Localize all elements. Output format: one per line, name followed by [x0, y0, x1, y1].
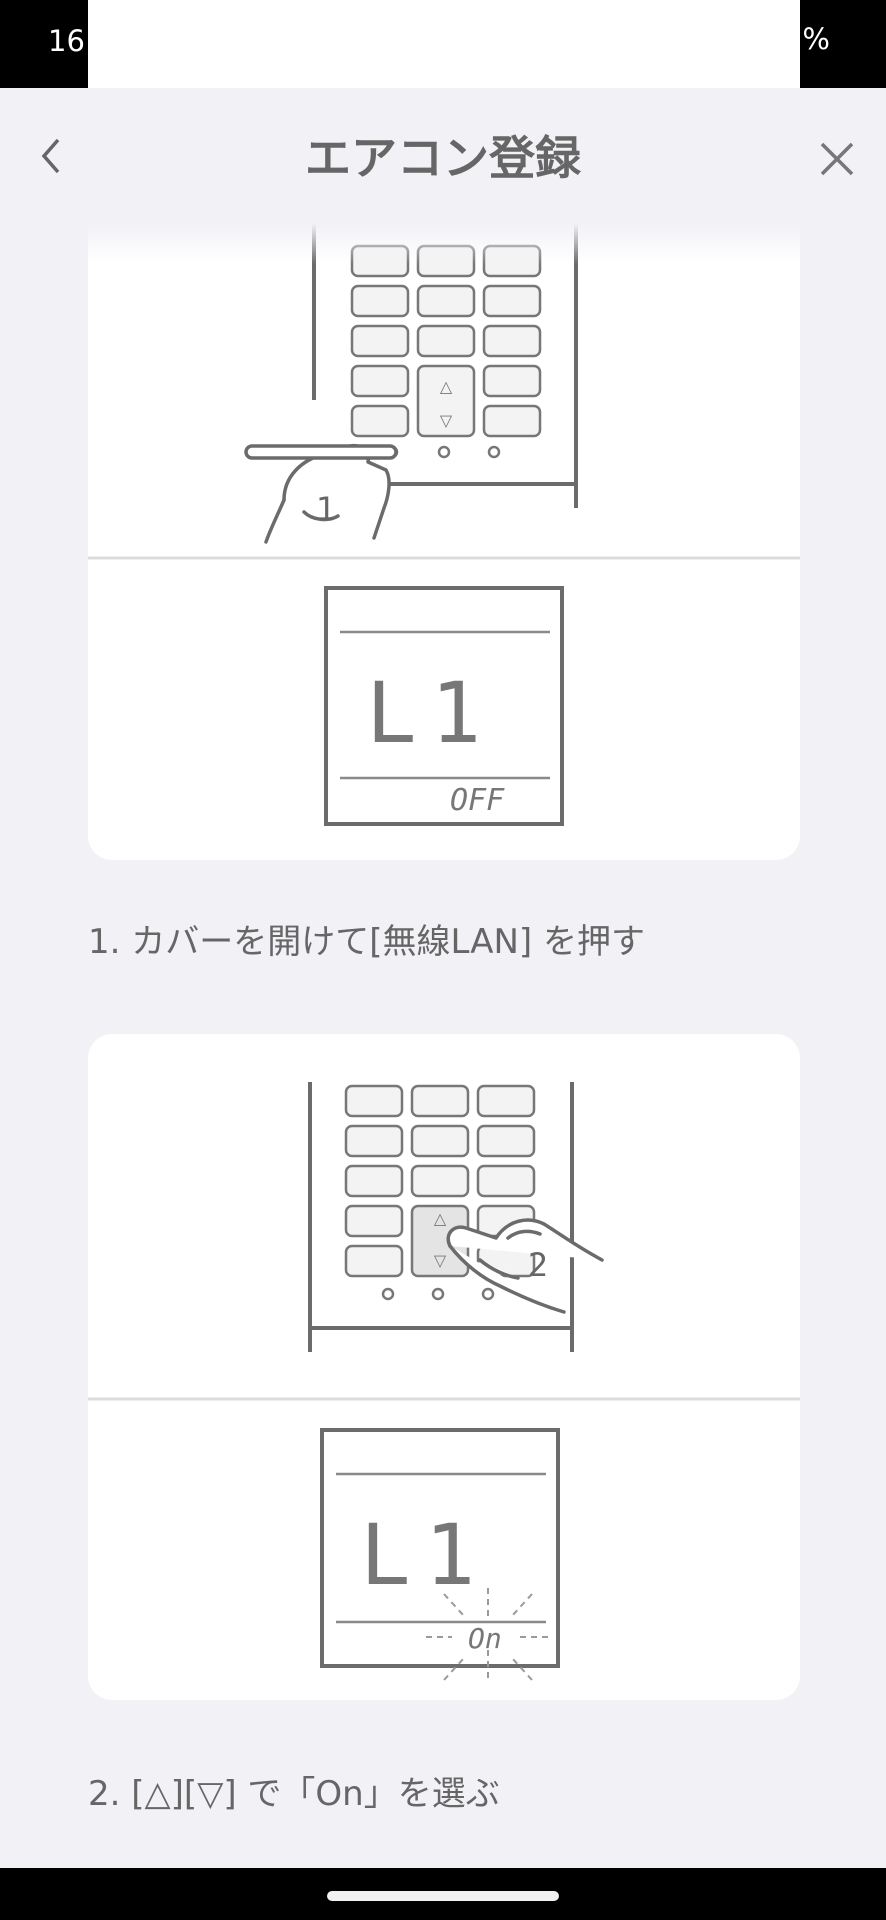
step-2-illustration-card: △ ▽ 2 L1 On — [88, 1034, 800, 1700]
step-1-display-code: L1 — [366, 664, 495, 762]
svg-text:▽: ▽ — [440, 411, 453, 430]
step-2-illustration: △ ▽ 2 L1 On — [88, 1082, 800, 1681]
remote-button-grid — [350, 244, 542, 438]
step-2-remote-number: 2 — [528, 1246, 548, 1284]
step-1-display-status: OFF — [450, 783, 505, 818]
close-button[interactable] — [814, 136, 860, 182]
step-1-remote-number: 1 — [316, 490, 336, 528]
step-1-instruction: 1. カバーを開けて[無線LAN] を押す — [88, 922, 645, 962]
svg-text:△: △ — [434, 1209, 447, 1228]
step-2-display-code: L1 — [360, 1506, 489, 1604]
svg-text:▽: ▽ — [434, 1251, 447, 1270]
step-2-instruction: 2. [△][▽] で「On」を選ぶ — [88, 1774, 500, 1814]
home-gesture-handle[interactable] — [327, 1891, 559, 1901]
step-2-display-status: On — [468, 1622, 502, 1655]
app-header: エアコン登録 — [0, 88, 886, 224]
page-title: エアコン登録 — [305, 131, 581, 185]
svg-text:△: △ — [440, 377, 453, 396]
close-icon — [820, 142, 854, 176]
header-fade — [0, 224, 886, 264]
